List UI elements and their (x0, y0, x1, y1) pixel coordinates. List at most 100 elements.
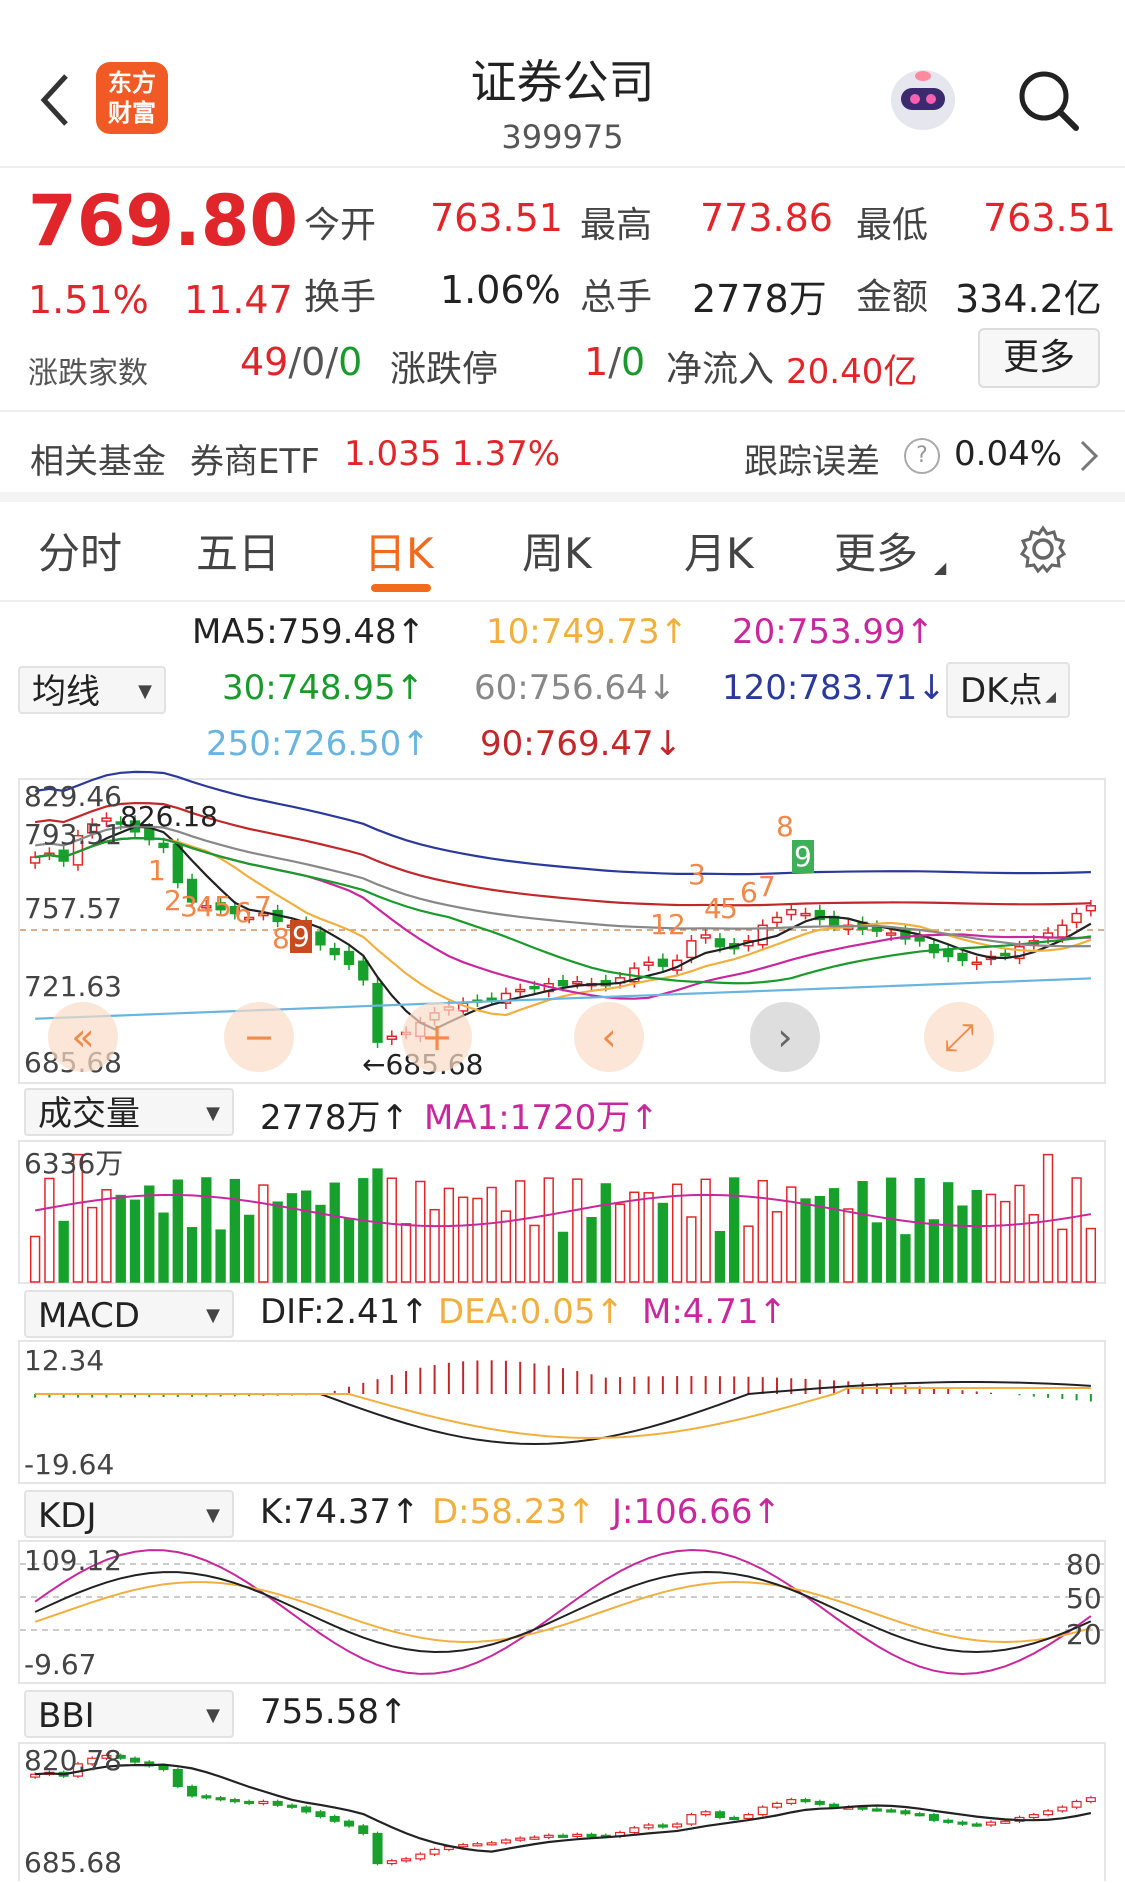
bbi-candle-body (129, 1757, 141, 1763)
volume-bar (900, 1234, 911, 1283)
bbi-dropdown[interactable]: BBI ▼ (24, 1690, 234, 1738)
bbi-value: 755.58↑ (260, 1692, 408, 1732)
candle-body (714, 938, 726, 948)
candle-body (172, 843, 183, 884)
limit-values: 1/0 (584, 340, 646, 384)
macd-dea: DEA:0.05↑ (438, 1292, 624, 1332)
volume-dropdown[interactable]: 成交量 ▼ (24, 1088, 234, 1136)
bbi-candle-body (657, 1824, 668, 1828)
volume-bar (58, 1220, 69, 1283)
tab-intraday[interactable]: 分时 (38, 520, 122, 581)
macd-dea-line (35, 1387, 1091, 1440)
tab-monthly-k[interactable]: 月K (684, 520, 754, 581)
netflow-value: 20.40亿 (786, 352, 918, 392)
volume-bar (301, 1190, 312, 1283)
volume-bar (629, 1191, 640, 1283)
bbi-candle-body (985, 1821, 997, 1826)
ma120-label: 120:783.71↓ (722, 668, 946, 708)
volume-bar (486, 1186, 497, 1283)
macd-dropdown[interactable]: MACD ▼ (24, 1290, 234, 1338)
bbi-candle-body (1000, 1820, 1011, 1824)
ma5-label: MA5:759.48↑ (192, 612, 426, 652)
more-button[interactable]: 更多 (978, 328, 1100, 388)
macd-chart[interactable] (18, 1340, 1106, 1484)
chevron-right-icon[interactable] (1076, 436, 1100, 476)
volume-bar (800, 1198, 811, 1283)
dk-point-button[interactable]: DK点 ◢ (946, 662, 1070, 718)
high-label: 最高 (580, 205, 653, 246)
volume-chart[interactable] (18, 1140, 1106, 1284)
active-tab-indicator (371, 584, 431, 592)
volume-bar (957, 1205, 968, 1283)
bbi-candle-body (957, 1821, 968, 1825)
bbi-candle-body (272, 1800, 283, 1806)
volume-bar (101, 1189, 112, 1283)
signal-number: 7 (758, 870, 776, 903)
bbi-candle-body (458, 1844, 469, 1848)
rewind-button[interactable]: « (48, 1002, 118, 1072)
volume-bar (515, 1180, 526, 1283)
volume-bar (315, 1204, 326, 1283)
turnover-label: 换手 (304, 277, 377, 318)
search-icon[interactable] (1016, 68, 1080, 132)
volume-bar (215, 1229, 226, 1283)
tab-more[interactable]: 更多 (834, 520, 918, 581)
kdj-k-line (34, 1571, 1092, 1654)
volume-bar (671, 1183, 683, 1283)
fullscreen-button[interactable]: ⤢ (924, 1002, 994, 1072)
kdj-k: K:74.37↑ (260, 1492, 420, 1532)
bbi-candle-body (857, 1806, 868, 1810)
scroll-left-button[interactable]: ‹ (574, 1002, 644, 1072)
divider (0, 600, 1125, 602)
volume-bar (129, 1199, 141, 1283)
bbi-candle-body (187, 1785, 198, 1797)
bbi-candle-body (914, 1813, 925, 1817)
open-value: 763.51 (430, 196, 563, 240)
volume-bar (871, 1222, 883, 1283)
signal-number: 6 (234, 896, 252, 929)
volume-bar (1028, 1214, 1039, 1283)
settings-gear-icon[interactable] (1018, 524, 1068, 574)
signal-number: 2 (668, 908, 686, 941)
bbi-candle-body (729, 1816, 740, 1821)
help-icon[interactable]: ? (904, 438, 940, 474)
kdj-level: 50 (1066, 1582, 1102, 1615)
bbi-candle-body (800, 1799, 811, 1803)
tracking-error-value: 0.04% (954, 434, 1063, 474)
candle-body (386, 1035, 397, 1040)
limit-label: 涨跌停 (390, 349, 499, 390)
robot-assistant-icon[interactable] (885, 62, 961, 138)
kdj-chart[interactable] (18, 1540, 1106, 1684)
fund-pct: 1.37% (452, 434, 561, 474)
bbi-chart[interactable] (18, 1742, 1106, 1881)
caret-icon: ◢ (934, 558, 947, 577)
volume-bar (543, 1177, 554, 1283)
signal-number: 8 (776, 810, 794, 843)
ma-dropdown[interactable]: 均线 ▼ (18, 666, 166, 714)
candle-body (786, 908, 797, 916)
bbi-candle-body (1028, 1814, 1039, 1819)
volume-bar (29, 1235, 41, 1283)
fund-name[interactable]: 券商ETF (190, 434, 320, 483)
tab-weekly-k[interactable]: 周K (522, 520, 592, 581)
kdj-dropdown[interactable]: KDJ ▼ (24, 1490, 234, 1538)
candle-body (572, 980, 583, 985)
bbi-candle-body (1071, 1800, 1082, 1808)
tab-daily-k[interactable]: 日K (364, 520, 434, 581)
low-label: 最低 (856, 205, 929, 246)
bbi-candle-body (486, 1842, 497, 1846)
volume-bar (586, 1216, 597, 1283)
kdj-y-bottom: -9.67 (24, 1648, 97, 1681)
bbi-candle-body (771, 1802, 783, 1808)
divider (0, 166, 1125, 168)
scroll-right-button[interactable]: › (750, 1002, 820, 1072)
signal-number: 6 (740, 876, 758, 909)
zoom-out-button[interactable]: − (224, 1002, 294, 1072)
kline-y-label: 721.63 (24, 970, 122, 1003)
volume-plot (29, 1153, 1097, 1283)
volume-bar (1014, 1184, 1025, 1283)
change-amount: 11.47 (184, 278, 293, 322)
zoom-in-button[interactable]: + (402, 1002, 472, 1072)
tab-five-day[interactable]: 五日 (196, 520, 280, 581)
volume-bar (743, 1225, 754, 1283)
